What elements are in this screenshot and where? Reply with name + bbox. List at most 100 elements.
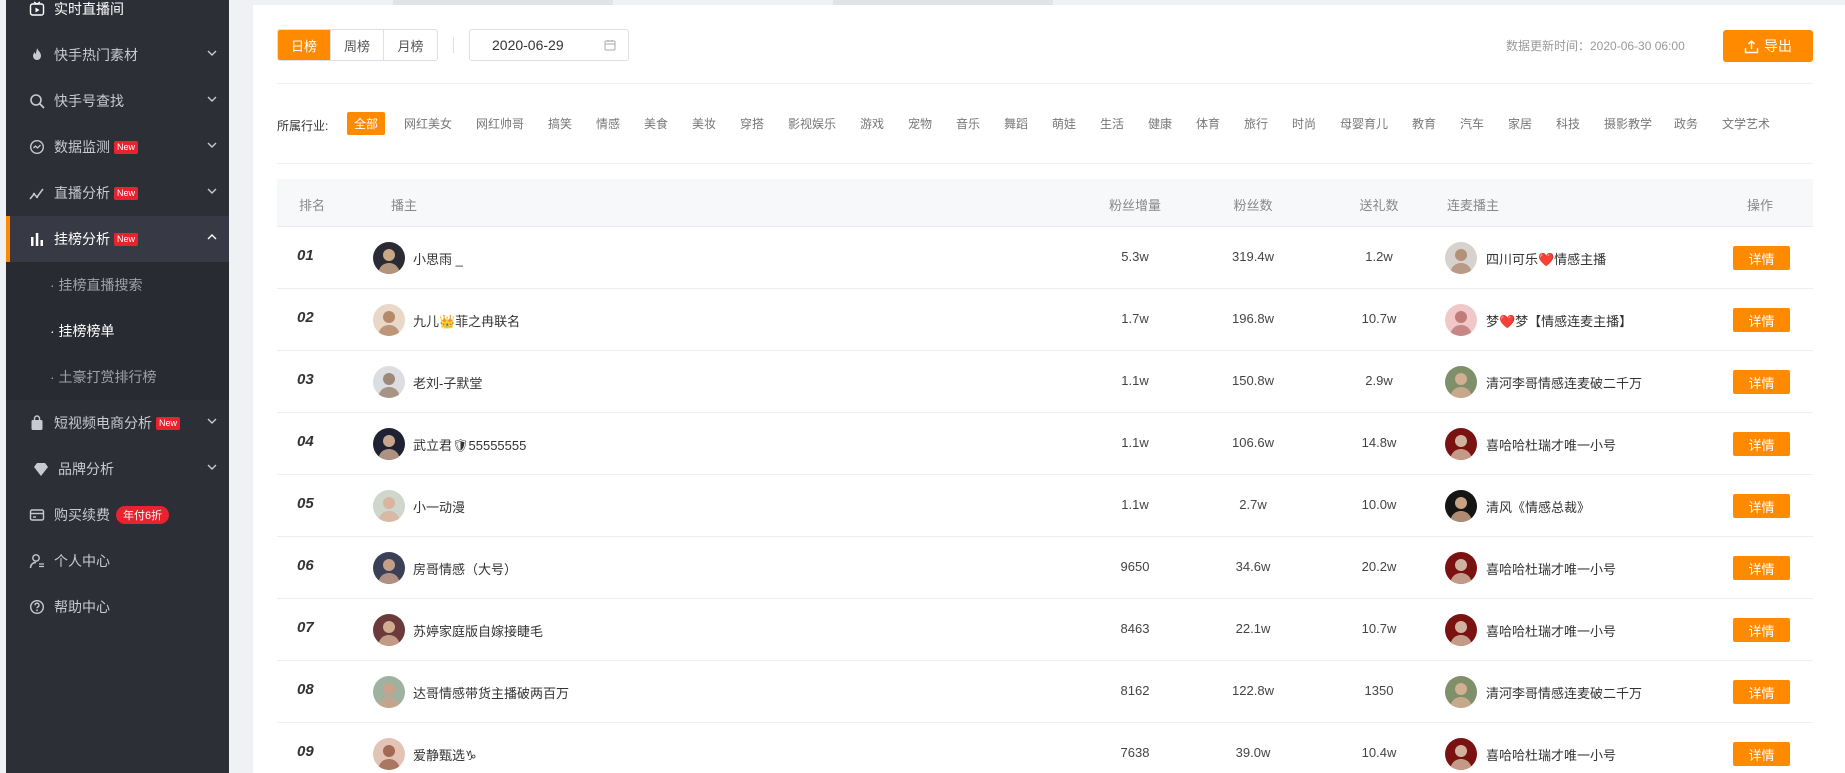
subnav-ranking-list[interactable]: · 挂榜榜单 (6, 308, 229, 354)
new-badge: New (114, 186, 139, 200)
host-avatar[interactable] (373, 428, 405, 460)
co-host-name[interactable]: 喜哈哈杜瑞才唯一小号 (1486, 435, 1616, 454)
industry-option[interactable]: 汽车 (1460, 115, 1484, 132)
industry-option[interactable]: 舞蹈 (1004, 115, 1028, 132)
tab-weekly[interactable]: 周榜 (331, 30, 384, 60)
nav-personal-center[interactable]: 个人中心 (6, 538, 229, 584)
co-host-avatar[interactable] (1445, 242, 1477, 274)
industry-option[interactable]: 科技 (1556, 115, 1580, 132)
industry-option[interactable]: 穿搭 (740, 115, 764, 132)
industry-option[interactable]: 时尚 (1292, 115, 1316, 132)
host-avatar[interactable] (373, 242, 405, 274)
rank-number: 09 (297, 743, 314, 760)
detail-button[interactable]: 详情 (1733, 556, 1790, 580)
industry-option[interactable]: 萌娃 (1052, 115, 1076, 132)
host-name[interactable]: 达哥情感带货主播破两百万 (413, 683, 569, 702)
industry-option[interactable]: 全部 (347, 112, 386, 135)
industry-option[interactable]: 网红美女 (404, 115, 452, 132)
co-host-name[interactable]: 四川可乐❤️情感主播 (1486, 249, 1606, 268)
industry-option[interactable]: 摄影教学 (1604, 115, 1652, 132)
table-row: 08 达哥情感带货主播破两百万 8162 122.8w 1350 清河李哥情感连麦破二千万… (277, 662, 1813, 723)
nav-live-room[interactable]: 实时直播间 (6, 0, 229, 32)
industry-option[interactable]: 生活 (1100, 115, 1124, 132)
industry-option[interactable]: 文学艺术 (1722, 115, 1770, 132)
co-host-avatar[interactable] (1445, 490, 1477, 522)
host-avatar[interactable] (373, 614, 405, 646)
host-name[interactable]: 苏婷家庭版自嫁接睫毛 (413, 621, 543, 640)
host-avatar[interactable] (373, 738, 405, 770)
industry-option[interactable]: 母婴育儿 (1340, 115, 1388, 132)
host-avatar[interactable] (373, 490, 405, 522)
detail-button[interactable]: 详情 (1733, 618, 1790, 642)
co-host-avatar[interactable] (1445, 676, 1477, 708)
co-host-avatar[interactable] (1445, 552, 1477, 584)
nav-brand-analysis[interactable]: 品牌分析 (6, 446, 229, 492)
industry-option[interactable]: 健康 (1148, 115, 1172, 132)
detail-button[interactable]: 详情 (1733, 742, 1790, 766)
date-picker[interactable]: 2020-06-29 (469, 29, 629, 61)
co-host-name[interactable]: 清河李哥情感连麦破二千万 (1486, 373, 1642, 392)
host-name[interactable]: 武立君🛡55555555 (413, 435, 526, 454)
co-host-name[interactable]: 清风《情感总裁》 (1486, 497, 1590, 516)
host-name[interactable]: 爱静甄选♑ (413, 745, 477, 764)
th-fan-growth: 粉丝增量 (1108, 198, 1161, 213)
host-name[interactable]: 房哥情感（大号） (413, 559, 517, 578)
industry-option[interactable]: 美妆 (692, 115, 716, 132)
tab-monthly[interactable]: 月榜 (384, 30, 437, 60)
industry-option[interactable]: 音乐 (956, 115, 980, 132)
industry-option[interactable]: 宠物 (908, 115, 932, 132)
subnav-ranking-live-search[interactable]: · 挂榜直播搜索 (6, 262, 229, 308)
nav-purchase[interactable]: 购买续费 年付6折 (6, 492, 229, 538)
nav-video-ecommerce[interactable]: 短视频电商分析 New (6, 400, 229, 446)
co-host-name[interactable]: 梦❤️梦【情感连麦主播】 (1486, 311, 1632, 330)
host-name[interactable]: 老刘-子默堂 (413, 373, 482, 392)
industry-option[interactable]: 体育 (1196, 115, 1220, 132)
co-host-avatar[interactable] (1445, 614, 1477, 646)
industry-option[interactable]: 网红帅哥 (476, 115, 524, 132)
export-button[interactable]: 导出 (1723, 30, 1813, 62)
host-avatar[interactable] (373, 304, 405, 336)
host-avatar[interactable] (373, 676, 405, 708)
detail-button[interactable]: 详情 (1733, 680, 1790, 704)
nav-help-center[interactable]: 帮助中心 (6, 584, 229, 630)
host-avatar[interactable] (373, 552, 405, 584)
co-host-name[interactable]: 喜哈哈杜瑞才唯一小号 (1486, 621, 1616, 640)
industry-option[interactable]: 教育 (1412, 115, 1436, 132)
rank-number: 07 (297, 619, 314, 636)
co-host-name[interactable]: 喜哈哈杜瑞才唯一小号 (1486, 559, 1616, 578)
rank-number: 05 (297, 495, 314, 512)
nav-account-search[interactable]: 快手号查找 (6, 78, 229, 124)
co-host-avatar[interactable] (1445, 738, 1477, 770)
co-host-name[interactable]: 喜哈哈杜瑞才唯一小号 (1486, 745, 1616, 764)
co-host-avatar[interactable] (1445, 304, 1477, 336)
co-host-name[interactable]: 清河李哥情感连麦破二千万 (1486, 683, 1642, 702)
co-host-avatar[interactable] (1445, 428, 1477, 460)
nav-hot-material[interactable]: 快手热门素材 (6, 32, 229, 78)
detail-button[interactable]: 详情 (1733, 432, 1790, 456)
detail-button[interactable]: 详情 (1733, 308, 1790, 332)
industry-option[interactable]: 家居 (1508, 115, 1532, 132)
detail-button[interactable]: 详情 (1733, 494, 1790, 518)
detail-button[interactable]: 详情 (1733, 246, 1790, 270)
industry-option[interactable]: 旅行 (1244, 115, 1268, 132)
industry-option[interactable]: 美食 (644, 115, 668, 132)
detail-button[interactable]: 详情 (1733, 370, 1790, 394)
co-host-avatar[interactable] (1445, 366, 1477, 398)
chevron-down-icon (207, 418, 217, 424)
subnav-tycoon-ranking[interactable]: · 土豪打赏排行榜 (6, 354, 229, 400)
host-avatar[interactable] (373, 366, 405, 398)
industry-option[interactable]: 游戏 (860, 115, 884, 132)
industry-option[interactable]: 情感 (596, 115, 620, 132)
host-name[interactable]: 小思雨 _ (413, 249, 463, 268)
nav-ranking-analysis[interactable]: 挂榜分析 New (6, 216, 229, 262)
fan-growth-value: 1.1w (1121, 435, 1149, 450)
fans-value: 319.4w (1232, 249, 1274, 264)
host-name[interactable]: 小一动漫 (413, 497, 465, 516)
nav-live-analysis[interactable]: 直播分析 New (6, 170, 229, 216)
industry-option[interactable]: 政务 (1674, 115, 1698, 132)
host-name[interactable]: 九儿👑菲之冉联名 (413, 311, 520, 330)
industry-option[interactable]: 搞笑 (548, 115, 572, 132)
tab-daily[interactable]: 日榜 (278, 30, 331, 60)
industry-option[interactable]: 影视娱乐 (788, 115, 836, 132)
nav-data-monitor[interactable]: 数据监测 New (6, 124, 229, 170)
